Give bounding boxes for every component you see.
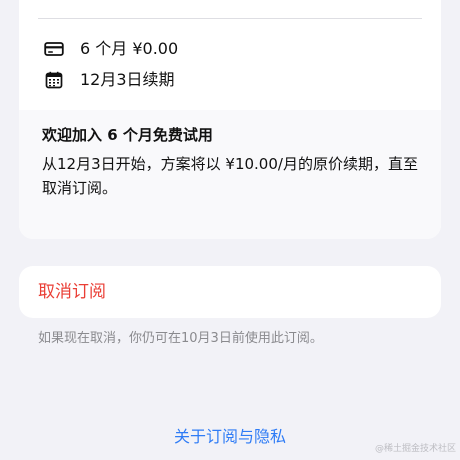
watermark: @稀土掘金技术社区 (374, 444, 456, 454)
cancel-hint-text: 如果现在取消，你仍可在10月3日前使用此订阅。 (38, 331, 323, 346)
credit-card-icon (43, 37, 65, 61)
divider (38, 18, 422, 19)
plan-renewal-row: 12月3日续期 (43, 68, 175, 92)
cancel-subscription-card: 取消订阅 (19, 266, 441, 318)
cancel-subscription-button[interactable]: 取消订阅 (38, 280, 106, 304)
plan-price-row: 6 个月 ¥0.00 (43, 37, 178, 61)
plan-renewal-text: 12月3日续期 (80, 70, 175, 89)
calendar-icon (43, 68, 65, 92)
subscription-plan-card: 6 个月 ¥0.00 12月3日续期 欢迎加入 6 个月免费试用 从12月3日开… (19, 0, 441, 239)
free-trial-info: 欢迎加入 6 个月免费试用 从12月3日开始，方案将以 ¥10.00/月的原价续… (19, 110, 441, 239)
trial-title: 欢迎加入 6 个月免费试用 (42, 126, 213, 144)
trial-description: 从12月3日开始，方案将以 ¥10.00/月的原价续期，直至取消订阅。 (42, 155, 418, 197)
plan-price-text: 6 个月 ¥0.00 (80, 39, 179, 58)
